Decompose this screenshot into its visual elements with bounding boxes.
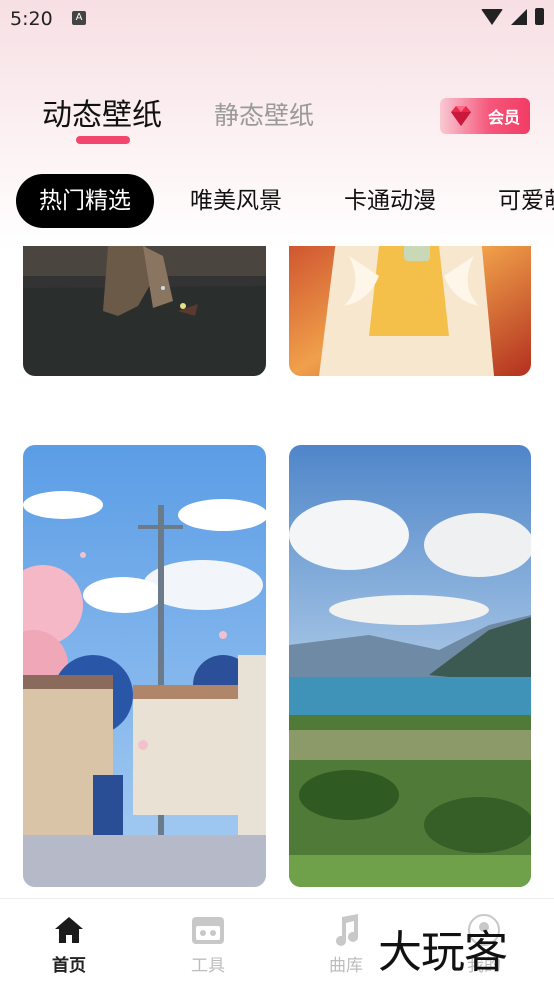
wallpaper-thumbnail (289, 246, 531, 376)
wallpaper-grid (0, 246, 554, 898)
vip-label: 会员 (488, 108, 521, 127)
wallpaper-card[interactable] (23, 246, 266, 376)
status-bar: 5:20 A (0, 0, 554, 40)
nav-label-home: 首页 (52, 956, 86, 976)
nav-item-home[interactable]: 首页 (29, 913, 109, 976)
category-chip-scenery[interactable]: 唯美风景 (190, 174, 282, 228)
active-tab-indicator (76, 136, 130, 144)
notification-icon: A (72, 11, 86, 25)
wallpaper-card[interactable] (289, 246, 531, 376)
nav-label-library: 曲库 (329, 956, 363, 976)
gem-icon (451, 106, 471, 126)
wallpaper-thumbnail (23, 445, 266, 887)
category-bar: 热门精选 唯美风景 卡通动漫 可爱萌 (0, 174, 554, 228)
category-chip-cute[interactable]: 可爱萌 (498, 174, 554, 228)
status-time: 5:20 (10, 8, 53, 30)
vip-button[interactable]: 会员 (440, 98, 530, 134)
wallpaper-thumbnail (23, 246, 266, 376)
status-indicators (481, 8, 544, 25)
wifi-icon (481, 8, 503, 25)
category-chip-anime[interactable]: 卡通动漫 (344, 174, 436, 228)
wallpaper-card[interactable] (289, 445, 531, 887)
nav-item-tools[interactable]: 工具 (168, 913, 248, 976)
battery-icon (535, 8, 544, 25)
tab-dynamic-wallpaper[interactable]: 动态壁纸 (42, 90, 162, 134)
nav-item-library[interactable]: 曲库 (306, 913, 386, 976)
home-icon (55, 917, 83, 943)
watermark: 大玩客 (378, 927, 508, 978)
wallpaper-type-tabs: 动态壁纸 静态壁纸 会员 (0, 88, 554, 148)
signal-icon (511, 8, 527, 25)
wallpaper-thumbnail (289, 445, 531, 887)
category-chip-hot[interactable]: 热门精选 (16, 174, 154, 228)
tab-static-wallpaper[interactable]: 静态壁纸 (214, 96, 314, 132)
nav-label-tools: 工具 (191, 956, 225, 976)
wallpaper-card[interactable] (23, 445, 266, 887)
music-note-icon (336, 914, 358, 946)
toolbox-icon (192, 917, 224, 944)
